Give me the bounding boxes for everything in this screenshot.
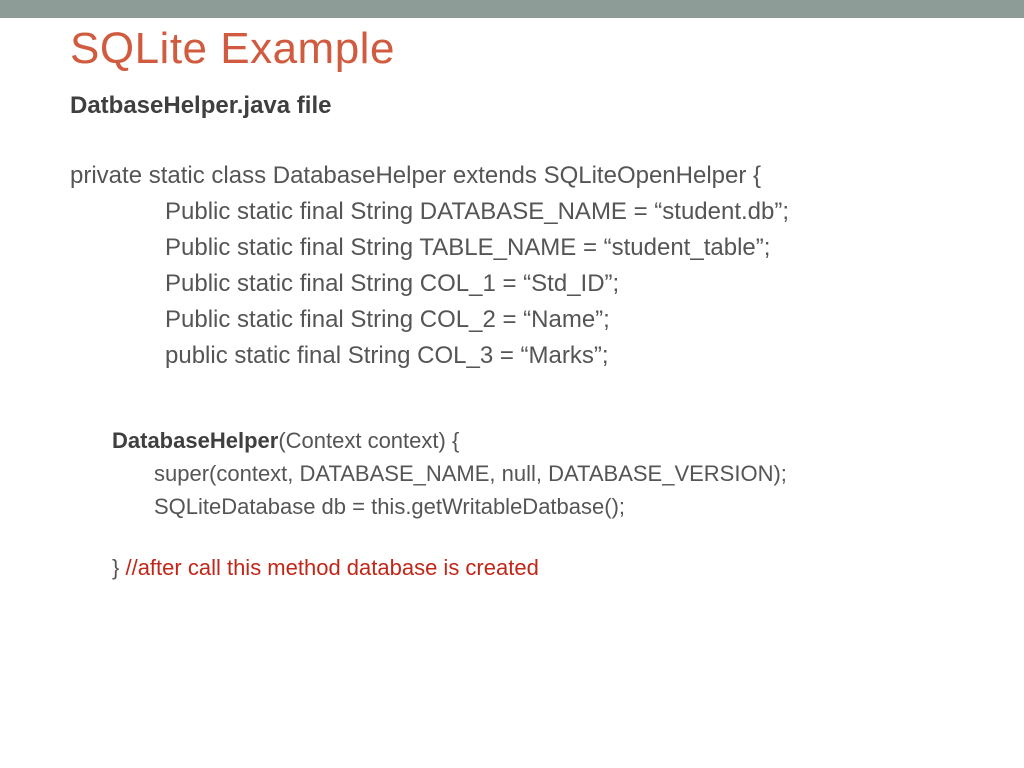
code-line: Public static final String TABLE_NAME = … (70, 230, 954, 266)
class-declaration-block: private static class DatabaseHelper exte… (70, 158, 954, 374)
constructor-params: (Context context) { (278, 428, 459, 453)
code-line: Public static final String DATABASE_NAME… (70, 194, 954, 230)
code-line: private static class DatabaseHelper exte… (70, 158, 954, 194)
top-bar (0, 0, 1024, 18)
file-name-heading: DatbaseHelper.java file (70, 92, 954, 120)
code-line: Public static final String COL_2 = “Name… (70, 302, 954, 338)
constructor-close: } //after call this method database is c… (112, 551, 954, 584)
constructor-signature: DatabaseHelper(Context context) { (112, 424, 954, 457)
slide-title: SQLite Example (70, 24, 954, 74)
code-comment: //after call this method database is cre… (119, 555, 538, 580)
constructor-name: DatabaseHelper (112, 428, 278, 453)
code-line: public static final String COL_3 = “Mark… (70, 338, 954, 374)
constructor-block: DatabaseHelper(Context context) { super(… (70, 424, 954, 584)
slide-content: SQLite Example DatbaseHelper.java file p… (0, 24, 1024, 584)
code-line: SQLiteDatabase db = this.getWritableDatb… (112, 490, 954, 523)
code-line: Public static final String COL_1 = “Std_… (70, 266, 954, 302)
code-line: super(context, DATABASE_NAME, null, DATA… (112, 457, 954, 490)
